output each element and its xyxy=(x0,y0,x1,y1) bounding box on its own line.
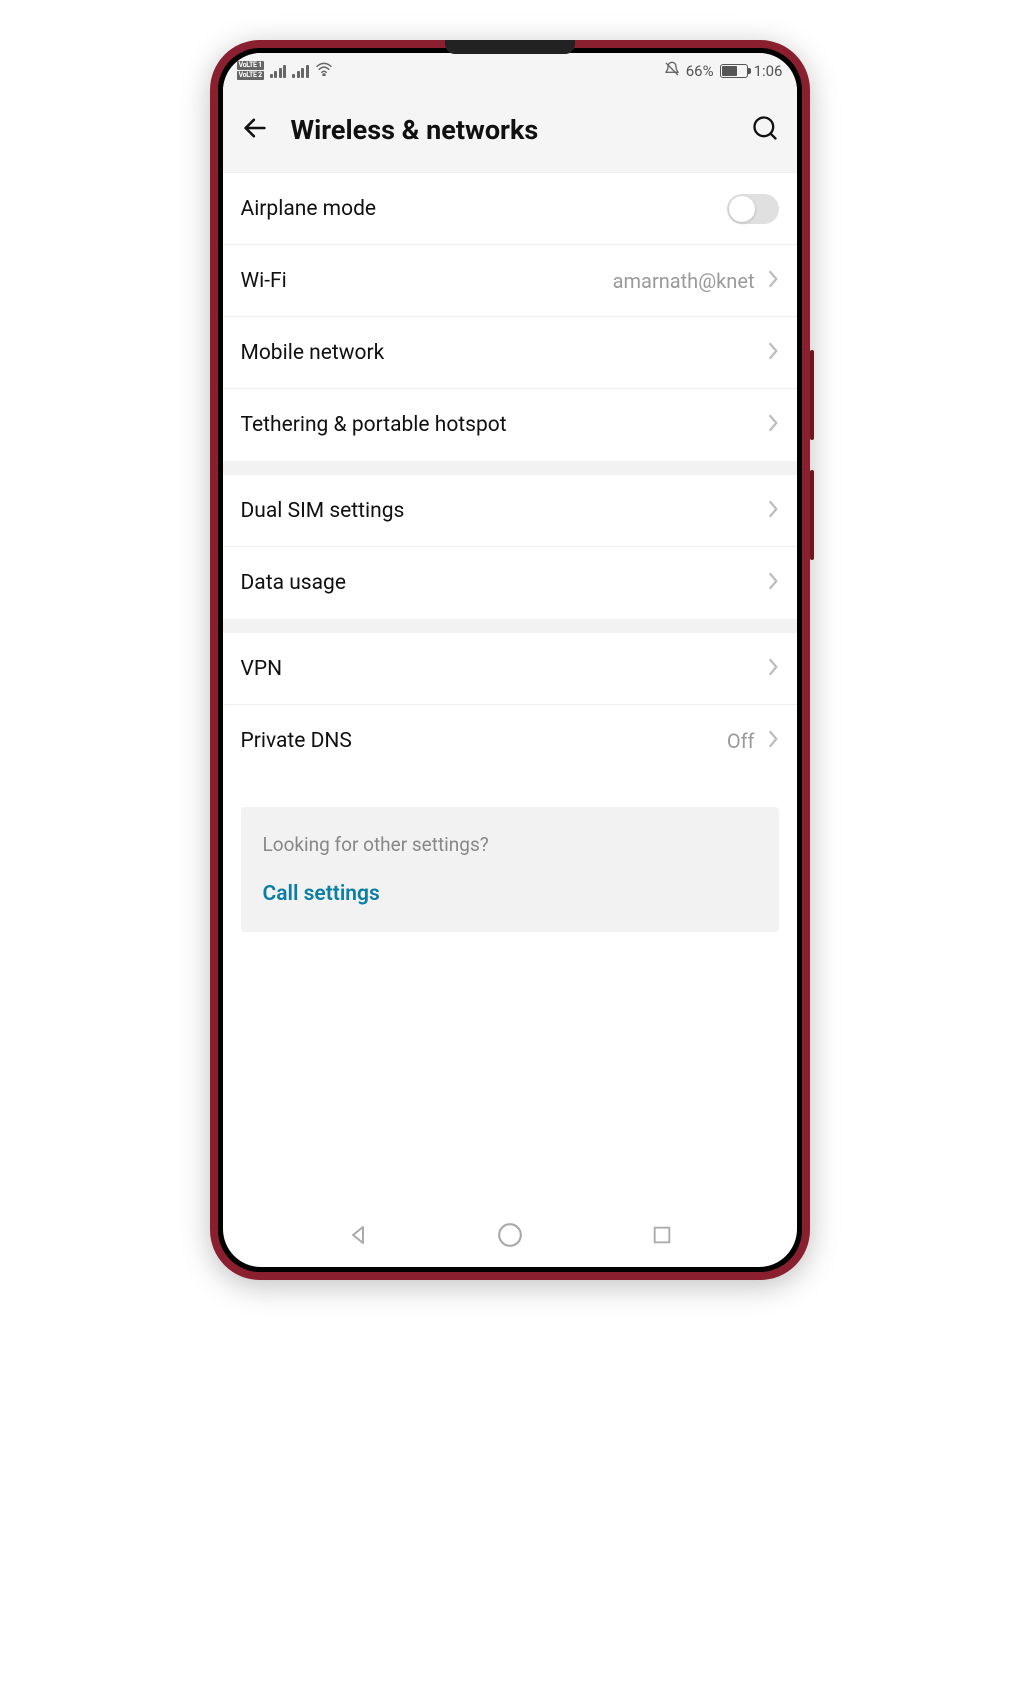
power-button xyxy=(810,470,814,560)
search-icon[interactable] xyxy=(751,114,779,146)
nav-home-icon[interactable] xyxy=(497,1222,523,1252)
row-private-dns[interactable]: Private DNS Off xyxy=(223,705,797,777)
row-data-usage[interactable]: Data usage xyxy=(223,547,797,619)
signal-sim2-icon xyxy=(292,64,309,78)
footer-card: Looking for other settings? Call setting… xyxy=(241,807,779,932)
row-label: Tethering & portable hotspot xyxy=(241,413,755,437)
row-label: Airplane mode xyxy=(241,197,715,221)
back-icon[interactable] xyxy=(241,114,269,146)
row-label: Dual SIM settings xyxy=(241,499,755,523)
screen: VoLTE 1 VoLTE 2 xyxy=(223,53,797,1267)
row-label: Mobile network xyxy=(241,341,755,365)
row-label: Wi-Fi xyxy=(241,269,601,293)
row-label: Data usage xyxy=(241,571,755,595)
settings-content: Airplane mode Wi-Fi amarnath@knet Mobi xyxy=(223,173,797,1207)
volte-indicators: VoLTE 1 VoLTE 2 xyxy=(237,61,264,80)
clock: 1:06 xyxy=(754,62,783,80)
chevron-right-icon xyxy=(767,269,779,293)
row-value: Off xyxy=(727,729,755,753)
battery-icon xyxy=(720,64,748,78)
row-airplane-mode[interactable]: Airplane mode xyxy=(223,173,797,245)
nav-recent-icon[interactable] xyxy=(651,1224,673,1250)
row-dual-sim[interactable]: Dual SIM settings xyxy=(223,475,797,547)
volte-2-badge: VoLTE 2 xyxy=(237,71,264,80)
status-bar: VoLTE 1 VoLTE 2 xyxy=(223,53,797,88)
chevron-right-icon xyxy=(767,499,779,523)
chevron-right-icon xyxy=(767,413,779,437)
nav-bar xyxy=(223,1207,797,1267)
phone-notch xyxy=(445,40,575,54)
volume-button xyxy=(810,350,814,440)
nav-back-icon[interactable] xyxy=(346,1223,370,1251)
call-settings-link[interactable]: Call settings xyxy=(263,882,757,906)
volte-1-badge: VoLTE 1 xyxy=(237,61,264,70)
toggle-knob xyxy=(729,196,755,222)
airplane-toggle[interactable] xyxy=(727,194,779,224)
row-tethering[interactable]: Tethering & portable hotspot xyxy=(223,389,797,461)
battery-percent: 66% xyxy=(686,62,714,80)
row-wifi[interactable]: Wi-Fi amarnath@knet xyxy=(223,245,797,317)
row-label: Private DNS xyxy=(241,729,715,753)
wifi-icon xyxy=(315,62,333,80)
title-bar: Wireless & networks xyxy=(223,88,797,173)
row-value: amarnath@knet xyxy=(613,269,755,293)
chevron-right-icon xyxy=(767,657,779,681)
row-vpn[interactable]: VPN xyxy=(223,633,797,705)
group-divider xyxy=(223,619,797,633)
phone-frame: VoLTE 1 VoLTE 2 xyxy=(210,40,810,1280)
footer-hint: Looking for other settings? xyxy=(263,833,757,856)
chevron-right-icon xyxy=(767,571,779,595)
signal-sim1-icon xyxy=(270,64,287,78)
chevron-right-icon xyxy=(767,341,779,365)
group-divider xyxy=(223,461,797,475)
row-label: VPN xyxy=(241,657,755,681)
page-title: Wireless & networks xyxy=(291,114,729,146)
mute-icon xyxy=(664,61,680,81)
chevron-right-icon xyxy=(767,729,779,753)
row-mobile-network[interactable]: Mobile network xyxy=(223,317,797,389)
